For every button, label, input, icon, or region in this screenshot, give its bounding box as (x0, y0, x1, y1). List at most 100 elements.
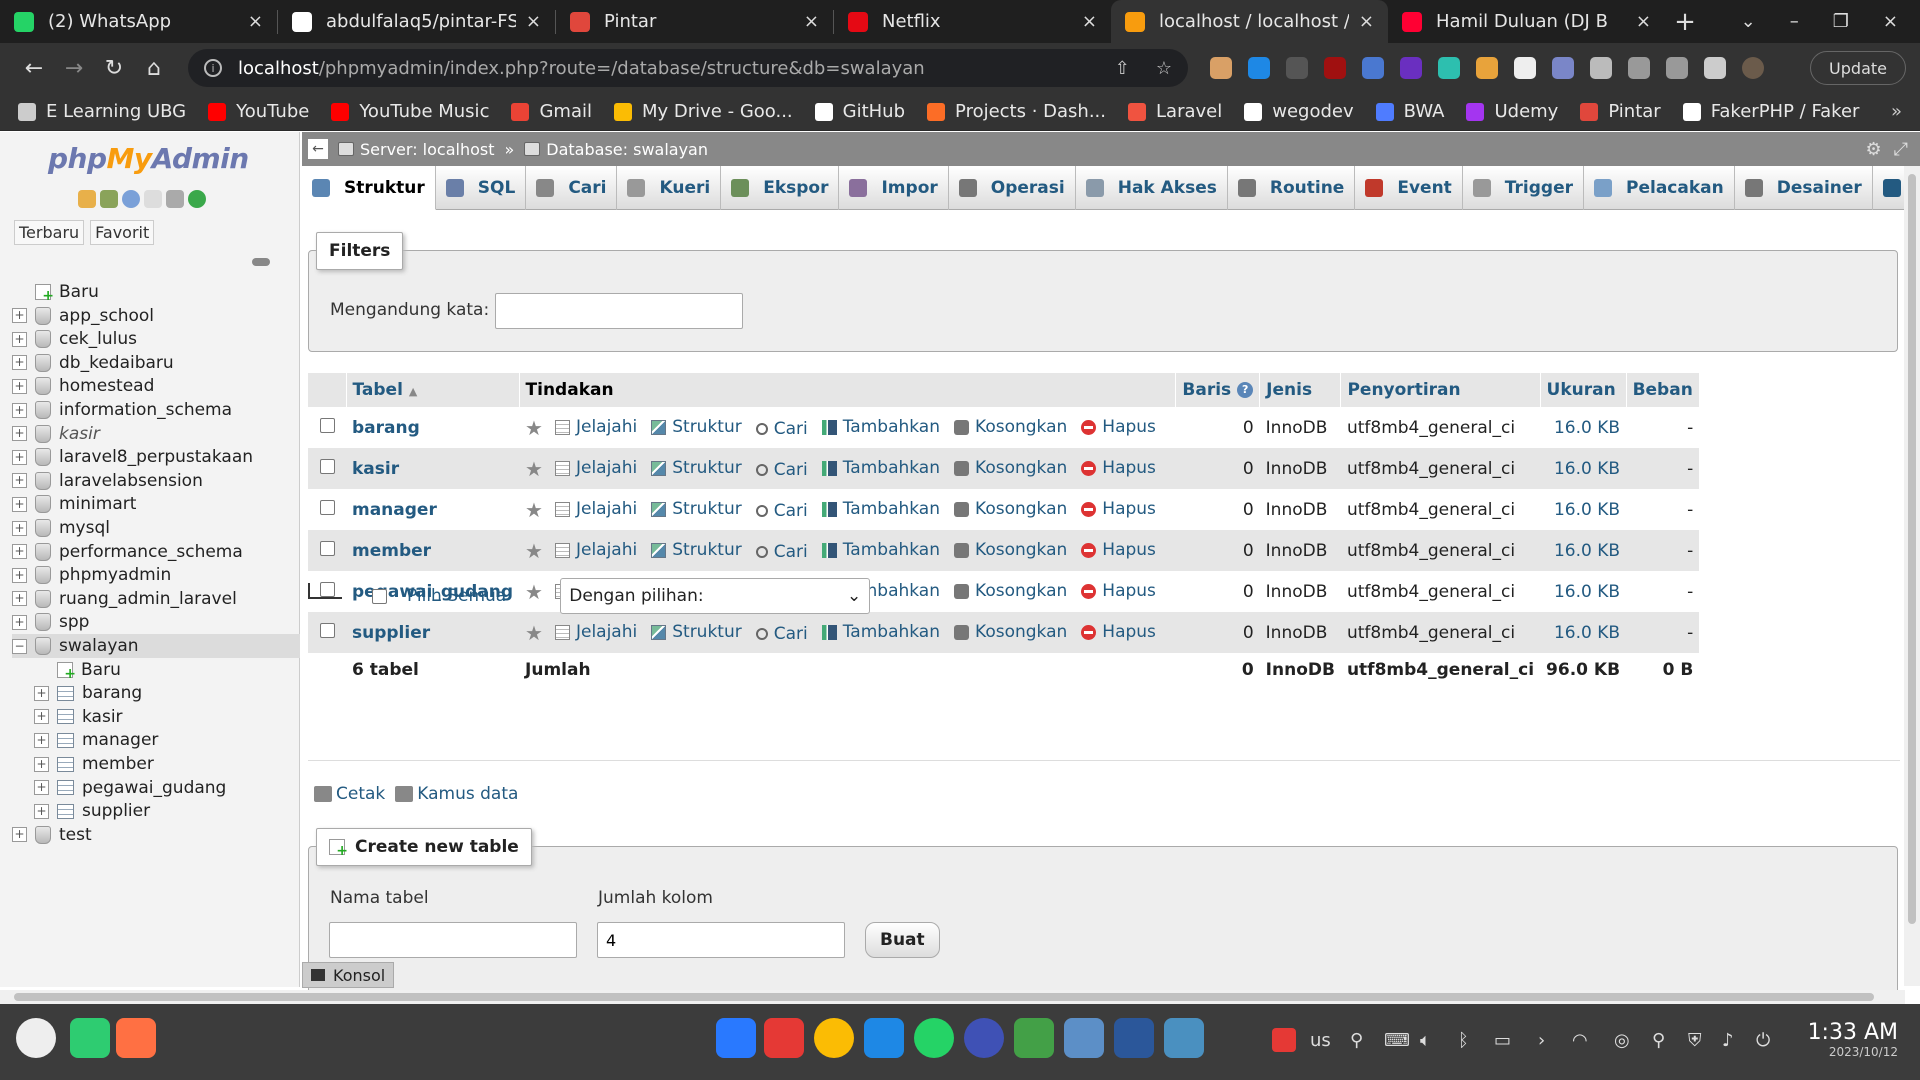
minimize-icon[interactable]: – (1790, 11, 1799, 32)
sort-by-size[interactable]: Ukuran (1547, 380, 1616, 400)
expand-icon[interactable]: + (12, 544, 27, 560)
usb-icon[interactable]: ⚲ (1350, 1030, 1363, 1051)
action-drop-link[interactable]: Hapus (1081, 622, 1156, 642)
expand-icon[interactable]: + (34, 756, 49, 772)
more-bookmarks-icon[interactable]: » (1891, 101, 1902, 122)
app-icon[interactable]: ◎ (1614, 1030, 1630, 1051)
tree-item-test[interactable]: + test (12, 823, 92, 847)
refresh-icon[interactable] (188, 190, 206, 208)
expand-icon[interactable]: + (12, 473, 27, 489)
tree-item-pegawai_gudang[interactable]: + pegawai_gudang (34, 776, 226, 800)
chevron-right-icon[interactable]: › (1538, 1030, 1545, 1051)
table-name-link[interactable]: kasir (352, 459, 399, 479)
expand-icon[interactable]: + (12, 331, 27, 347)
action-structure-link[interactable]: Struktur (651, 417, 742, 437)
tree-item-mysql[interactable]: + mysql (12, 516, 110, 540)
tab-kueri[interactable]: Kueri (617, 166, 722, 210)
notification-bell-icon[interactable]: ♪ (1722, 1030, 1734, 1051)
expand-icon[interactable]: + (12, 496, 27, 512)
action-browse-link[interactable]: Jelajahi (554, 540, 637, 560)
favorite-star-icon[interactable]: ★ (525, 457, 543, 481)
size[interactable]: 16.0 KB (1540, 489, 1627, 530)
bookmark-item[interactable]: Udemy (1466, 101, 1558, 122)
console-toggle[interactable]: Konsol (302, 962, 394, 988)
expand-icon[interactable]: + (12, 614, 27, 630)
tree-item-kasir[interactable]: + kasir (34, 705, 123, 729)
tab-cari[interactable]: Cari (526, 166, 618, 210)
expand-icon[interactable]: + (12, 426, 27, 442)
extension-icon[interactable] (1286, 57, 1308, 79)
bookmark-item[interactable]: Pintar (1580, 101, 1661, 122)
files-icon[interactable] (716, 1018, 756, 1058)
tree-item-kasir[interactable]: + kasir (12, 422, 100, 446)
tree-item-cek_lulus[interactable]: + cek_lulus (12, 327, 137, 351)
size[interactable]: 16.0 KB (1540, 448, 1627, 489)
collapse-icon[interactable]: ⤢ (1894, 139, 1908, 160)
action-structure-link[interactable]: Struktur (651, 622, 742, 642)
row-checkbox[interactable] (319, 458, 335, 474)
size[interactable]: 16.0 KB (1540, 612, 1627, 653)
vertical-scrollbar[interactable] (1904, 166, 1920, 986)
bookmark-item[interactable]: Projects · Dash... (927, 101, 1106, 122)
tree-item-Baru[interactable]: Baru (34, 658, 121, 682)
bookmark-item[interactable]: My Drive - Goo... (613, 101, 793, 122)
launcher-icon[interactable] (16, 1018, 56, 1058)
browser-tab[interactable]: Hamil Duluan (DJ B × (1388, 0, 1665, 43)
whatsapp-icon[interactable] (914, 1018, 954, 1058)
action-drop-link[interactable]: Hapus (1081, 458, 1156, 478)
extension-icon[interactable] (1248, 57, 1270, 79)
logout-icon[interactable] (100, 190, 118, 208)
expand-icon[interactable]: + (12, 591, 27, 607)
battery-icon[interactable]: ▭ (1494, 1030, 1511, 1051)
favorite-star-icon[interactable]: ★ (525, 621, 543, 645)
wifi-icon[interactable]: ◠ (1572, 1030, 1588, 1051)
close-icon[interactable]: × (1082, 11, 1097, 32)
expand-icon[interactable]: + (12, 402, 27, 418)
action-search-link[interactable]: Cari (755, 460, 808, 480)
filter-input[interactable] (495, 293, 743, 329)
avatar[interactable] (1742, 57, 1764, 79)
favorite-tables-tab[interactable]: Favorit (90, 220, 155, 245)
action-insert-link[interactable]: Tambahkan (821, 499, 940, 519)
tree-item-barang[interactable]: + barang (34, 681, 142, 705)
browser-tab[interactable]: Netflix × (834, 0, 1111, 43)
action-structure-link[interactable]: Struktur (651, 499, 742, 519)
expand-icon[interactable]: + (12, 355, 27, 371)
browser-tab[interactable]: localhost / localhost / s × (1111, 0, 1388, 43)
docs-icon[interactable] (144, 190, 162, 208)
favorite-star-icon[interactable]: ★ (525, 498, 543, 522)
expand-icon[interactable]: + (12, 449, 27, 465)
close-icon[interactable]: × (1359, 11, 1374, 32)
browser-tab[interactable]: (2) WhatsApp × (0, 0, 277, 43)
expand-icon[interactable]: + (12, 567, 27, 583)
tab-pelacakan[interactable]: Pelacakan (1584, 166, 1735, 210)
data-dictionary-link[interactable]: Kamus data (395, 784, 518, 804)
select-all-checkbox[interactable] (372, 588, 387, 604)
action-drop-link[interactable]: Hapus (1081, 581, 1156, 601)
anydesk-icon[interactable] (1272, 1028, 1296, 1052)
action-insert-link[interactable]: Tambahkan (821, 622, 940, 642)
recent-tables-tab[interactable]: Terbaru (14, 220, 85, 245)
with-selected-select[interactable]: Dengan pilihan: ⌄ (560, 578, 871, 614)
sort-by-table-name[interactable]: Tabel ▲ (353, 380, 418, 400)
action-empty-link[interactable]: Kosongkan (954, 499, 1067, 519)
tree-item-laravel8_perpustakaan[interactable]: + laravel8_perpustakaan (12, 445, 253, 469)
bookmark-item[interactable]: BWA (1375, 101, 1444, 122)
keyboard-layout[interactable]: us (1310, 1030, 1331, 1051)
action-insert-link[interactable]: Tambahkan (821, 458, 940, 478)
sort-by-rows[interactable]: Baris (1182, 380, 1231, 400)
extension-icon[interactable] (1400, 57, 1422, 79)
home-icon[interactable] (78, 190, 96, 208)
tree-item-supplier[interactable]: + supplier (34, 799, 150, 823)
forward-arrow-icon[interactable]: → (54, 56, 94, 81)
tab-hak-akses[interactable]: Hak Akses (1076, 166, 1228, 210)
extension-icon[interactable] (1362, 57, 1384, 79)
expand-icon[interactable]: + (12, 827, 27, 843)
expand-icon[interactable]: − (12, 638, 27, 654)
table-name-link[interactable]: manager (352, 500, 437, 520)
gear-icon[interactable] (1552, 57, 1574, 79)
action-insert-link[interactable]: Tambahkan (821, 417, 940, 437)
bookmark-item[interactable]: Laravel (1128, 101, 1222, 122)
puzzle-icon[interactable] (1590, 57, 1612, 79)
action-search-link[interactable]: Cari (755, 542, 808, 562)
